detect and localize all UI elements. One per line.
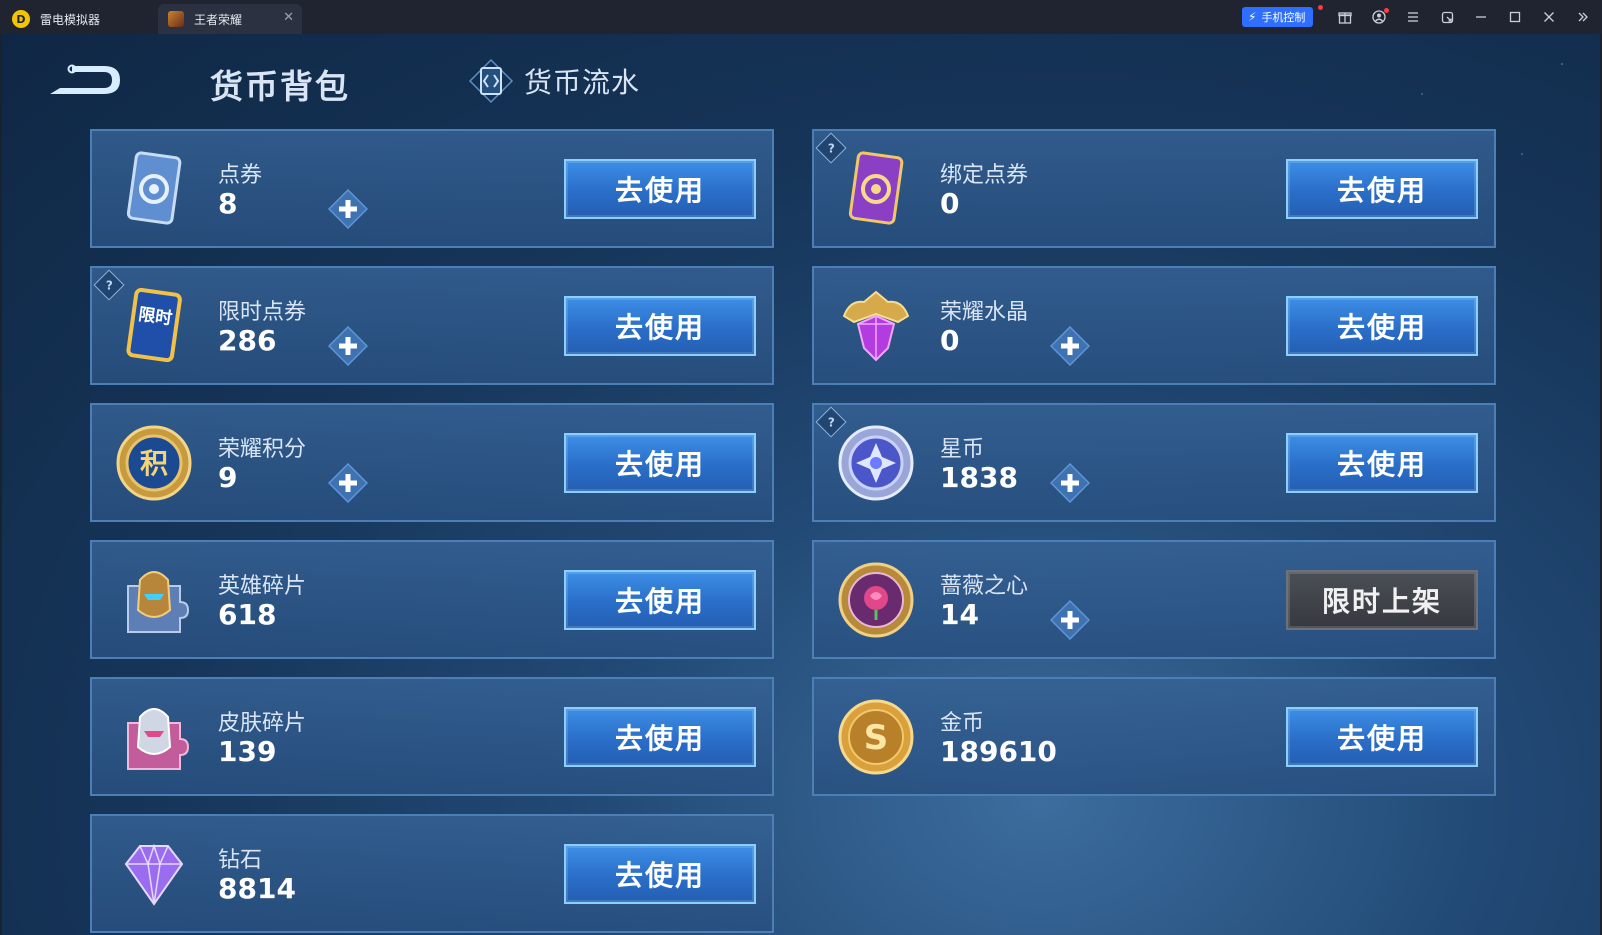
currency-amount: 1838 — [940, 461, 1018, 494]
close-window-icon[interactable] — [1540, 8, 1558, 26]
currency-amount: 286 — [218, 324, 277, 357]
diamond-icon — [124, 843, 184, 906]
currency-name: 点券 — [218, 163, 263, 188]
currency-amount: 0 — [940, 324, 960, 357]
star-coin-icon — [838, 425, 914, 501]
currency-card-star-coin: ? 星币 1838 去使用 — [812, 403, 1496, 522]
back-button[interactable] — [42, 60, 126, 100]
tab-emulator-label: 雷电模拟器 — [40, 12, 101, 27]
emulator-titlebar: D 雷电模拟器 王者荣耀 ✕ ⚡ 手机控制 — [0, 0, 1602, 34]
back-arrow-icon — [50, 64, 120, 94]
lightning-icon: ⚡ — [1248, 10, 1257, 24]
currency-history-label: 货币流水 — [524, 66, 641, 99]
currency-name: 荣耀水晶 — [940, 300, 1029, 325]
plus-icon[interactable] — [1050, 463, 1090, 503]
currency-name: 绑定点券 — [940, 163, 1029, 188]
plus-icon[interactable] — [1050, 326, 1090, 366]
currency-name: 荣耀积分 — [218, 437, 307, 462]
currency-card-skin-fragment: 皮肤碎片 139 去使用 — [90, 677, 774, 796]
currency-history-button[interactable]: 货币流水 — [468, 56, 640, 106]
currency-amount: 14 — [940, 598, 979, 631]
plus-icon[interactable] — [1050, 600, 1090, 640]
currency-card-glory-points: 积 荣耀积分 9 去使用 — [90, 403, 774, 522]
currency-name: 蔷薇之心 — [940, 574, 1029, 599]
plus-icon[interactable] — [328, 463, 368, 503]
close-tab-icon[interactable]: ✕ — [283, 10, 294, 25]
currency-name: 英雄碎片 — [218, 574, 307, 599]
use-button[interactable]: 去使用 — [564, 296, 756, 356]
currency-name: 钻石 — [218, 848, 263, 873]
limited-voucher-card-icon: 限时 — [126, 287, 182, 363]
page-title: 货币背包 — [210, 67, 350, 106]
currency-card-diamond: 钻石 8814 去使用 — [90, 814, 774, 933]
gold-coin-icon-text: S — [864, 718, 889, 758]
currency-amount: 139 — [218, 735, 277, 768]
use-button[interactable]: 去使用 — [1286, 296, 1478, 356]
glory-crystal-icon — [842, 290, 910, 362]
use-button[interactable]: 去使用 — [1286, 433, 1478, 493]
voucher-card-icon — [126, 151, 182, 225]
currency-name: 限时点券 — [218, 300, 307, 325]
currency-amount: 9 — [218, 461, 238, 494]
notification-dot — [1318, 5, 1323, 10]
glory-points-coin-icon: 积 — [116, 425, 192, 501]
popout-window-icon[interactable] — [1438, 8, 1456, 26]
tab-game-label: 王者荣耀 — [194, 12, 243, 27]
use-button[interactable]: 去使用 — [1286, 707, 1478, 767]
account-notification-dot — [1384, 8, 1389, 13]
currency-card-rose-heart: 蔷薇之心 14 限时上架 — [812, 540, 1496, 659]
use-button[interactable]: 去使用 — [564, 159, 756, 219]
currency-card-hero-fragment: 英雄碎片 618 去使用 — [90, 540, 774, 659]
currency-name: 金币 — [940, 711, 985, 736]
glory-points-icon-text: 积 — [140, 447, 168, 480]
game-logo-icon — [168, 11, 184, 27]
use-button[interactable]: 去使用 — [564, 433, 756, 493]
phone-control-button[interactable]: ⚡ 手机控制 — [1242, 7, 1314, 27]
rose-heart-coin-icon — [838, 562, 914, 638]
currency-amount: 8814 — [218, 872, 296, 905]
currency-card-voucher: 点券 8 去使用 — [90, 129, 774, 248]
emulator-logo-icon: D — [12, 10, 30, 28]
currency-amount: 189610 — [940, 735, 1057, 768]
use-button[interactable]: 去使用 — [564, 707, 756, 767]
use-button[interactable]: 去使用 — [564, 844, 756, 904]
currency-history-icon — [468, 58, 514, 104]
currency-name: 星币 — [940, 437, 985, 462]
phone-control-label: 手机控制 — [1261, 11, 1306, 24]
maximize-icon[interactable] — [1506, 8, 1524, 26]
hero-fragment-icon — [127, 571, 190, 633]
tab-emulator-app[interactable]: D 雷电模拟器 — [12, 4, 100, 34]
use-button[interactable]: 去使用 — [1286, 159, 1478, 219]
game-screen: 货币背包 货币流水 点券 8 去使用 ? 绑定点券 0 去使用 ? 限时 限时点… — [2, 34, 1600, 935]
limited-release-button[interactable]: 限时上架 — [1286, 570, 1478, 630]
plus-icon[interactable] — [328, 189, 368, 229]
plus-icon[interactable] — [328, 326, 368, 366]
currency-name: 皮肤碎片 — [218, 711, 307, 736]
menu-icon[interactable] — [1404, 8, 1422, 26]
currency-card-gold-coin: S 金币 189610 去使用 — [812, 677, 1496, 796]
currency-card-limited-voucher: ? 限时 限时点券 286 去使用 — [90, 266, 774, 385]
skin-fragment-icon — [127, 708, 190, 770]
currency-card-bound-voucher: ? 绑定点券 0 去使用 — [812, 129, 1496, 248]
currency-card-glory-crystal: 荣耀水晶 0 去使用 — [812, 266, 1496, 385]
expand-sidebar-icon[interactable] — [1574, 8, 1592, 26]
bound-voucher-card-icon — [848, 151, 904, 225]
tab-game[interactable]: 王者荣耀 ✕ — [158, 4, 302, 34]
use-button[interactable]: 去使用 — [564, 570, 756, 630]
minimize-icon[interactable] — [1472, 8, 1490, 26]
currency-amount: 618 — [218, 598, 277, 631]
currency-amount: 0 — [940, 187, 960, 220]
gift-icon[interactable] — [1336, 8, 1354, 26]
currency-amount: 8 — [218, 187, 238, 220]
gold-coin-icon: S — [838, 699, 914, 775]
